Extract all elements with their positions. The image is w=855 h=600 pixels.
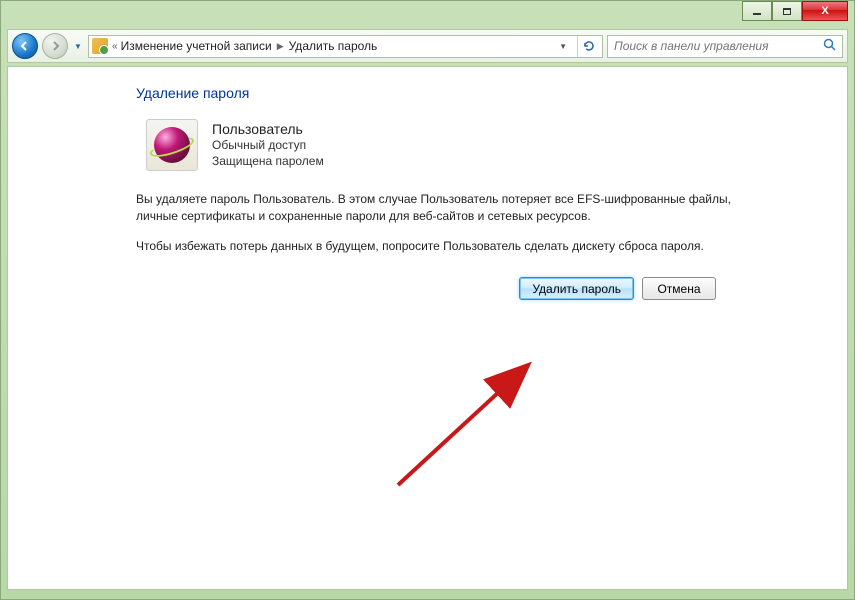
warning-paragraph-1: Вы удаляете пароль Пользователь. В этом … [136,191,756,226]
warning-paragraph-2: Чтобы избежать потерь данных в будущем, … [136,238,756,255]
cancel-button[interactable]: Отмена [642,277,716,300]
user-protection-status: Защищена паролем [212,153,324,169]
back-button[interactable] [12,33,38,59]
address-dropdown[interactable]: ▼ [553,42,573,51]
delete-password-button[interactable]: Удалить пароль [519,277,634,300]
content-area: Удаление пароля Пользователь Обычный дос… [7,66,848,590]
forward-button[interactable] [42,33,68,59]
maximize-button[interactable] [772,1,802,21]
breadcrumb-item[interactable]: Изменение учетной записи [121,39,272,53]
window-controls: X [742,1,848,21]
user-accounts-icon [92,38,108,54]
nav-history-dropdown[interactable]: ▼ [72,42,84,51]
window-frame: X ▼ « Изменение учетной записи ▶ Удалить… [0,0,855,600]
user-name: Пользователь [212,121,324,137]
search-icon [823,38,836,54]
breadcrumb-chevrons-icon: « [112,41,118,52]
breadcrumb: « Изменение учетной записи ▶ Удалить пар… [112,39,377,53]
address-bar[interactable]: « Изменение учетной записи ▶ Удалить пар… [88,35,603,58]
breadcrumb-item[interactable]: Удалить пароль [289,39,378,53]
chevron-right-icon: ▶ [275,41,286,52]
arrow-right-icon [49,40,61,52]
search-box[interactable] [607,35,843,58]
button-row: Удалить пароль Отмена [136,277,716,300]
refresh-button[interactable] [577,36,599,57]
annotation-arrow [388,355,548,495]
navigation-bar: ▼ « Изменение учетной записи ▶ Удалить п… [7,29,848,63]
user-info: Пользователь Обычный доступ Защищена пар… [212,119,324,171]
user-account-block: Пользователь Обычный доступ Защищена пар… [146,119,819,171]
search-input[interactable] [614,39,823,53]
arrow-left-icon [19,40,31,52]
minimize-button[interactable] [742,1,772,21]
user-access-level: Обычный доступ [212,137,324,153]
refresh-icon [582,39,596,53]
avatar [146,119,198,171]
page-title: Удаление пароля [136,85,819,101]
avatar-sphere-icon [154,127,190,163]
close-icon: X [821,5,828,17]
close-button[interactable]: X [802,1,848,21]
